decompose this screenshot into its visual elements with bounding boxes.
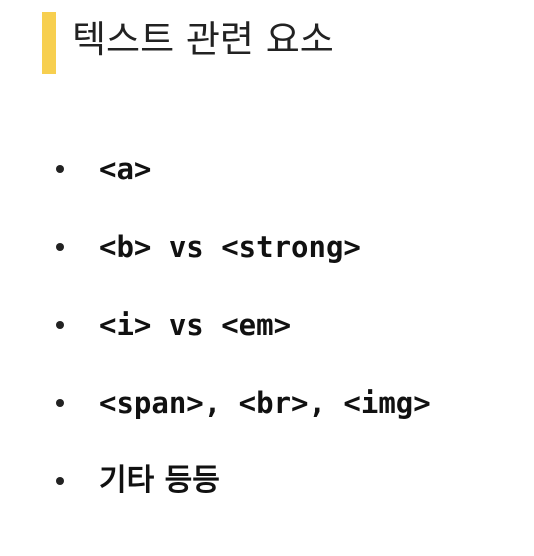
list-item-label: <i> vs <em> — [99, 308, 292, 342]
bullet-icon — [56, 321, 64, 329]
bullet-icon — [56, 477, 64, 485]
list-item-label: <span>, <br>, <img> — [99, 386, 431, 420]
bullet-icon — [56, 165, 64, 173]
slide: 텍스트 관련 요소 <a> <b> vs <strong> <i> vs <em… — [0, 0, 534, 556]
list-item-label: 기타 등등 — [99, 463, 220, 498]
bullet-icon — [56, 243, 64, 251]
list-item-label: <a> — [99, 152, 152, 186]
list-item-label: <b> vs <strong> — [99, 230, 361, 264]
bullet-icon — [56, 399, 64, 407]
page-title: 텍스트 관련 요소 — [72, 18, 334, 61]
title-accent-bar — [42, 12, 56, 74]
